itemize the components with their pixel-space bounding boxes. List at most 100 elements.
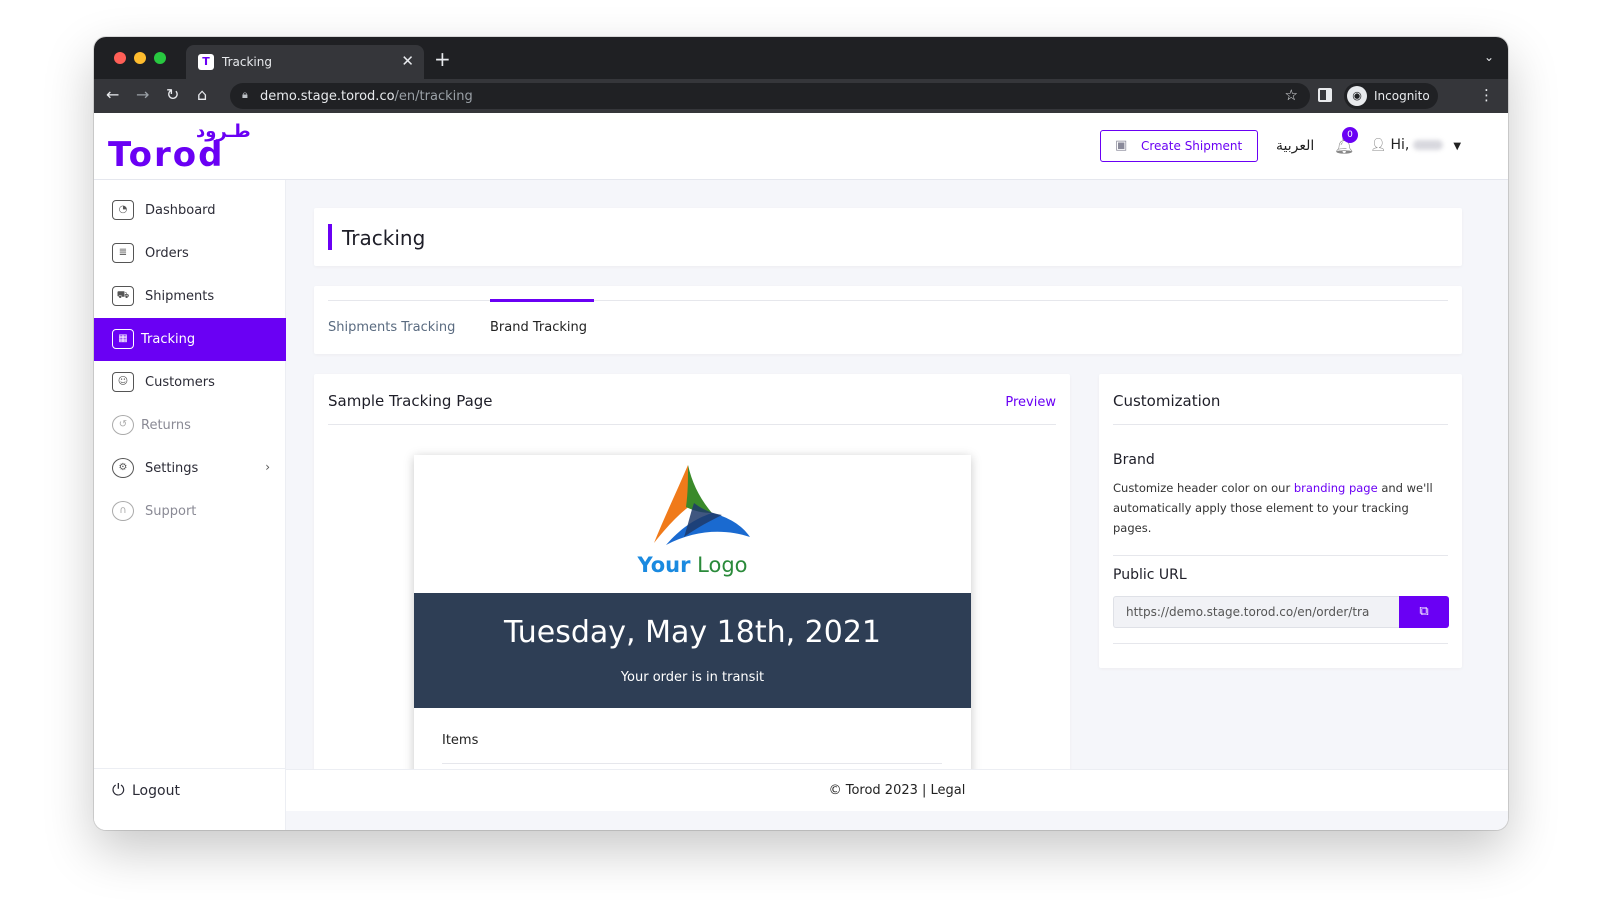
items-divider [442,763,942,764]
items-heading: Items [442,733,479,748]
tracking-tabs-card: Shipments Tracking Brand Tracking [314,286,1462,354]
preview-link[interactable]: Preview [1005,395,1056,410]
sidebar-item-label: Orders [145,246,189,261]
shipment-box-icon: ▣ [1115,138,1128,153]
create-shipment-label: Create Shipment [1141,139,1243,153]
browser-menu-icon[interactable]: ⋮ [1479,86,1494,104]
forward-arrow-icon[interactable]: → [136,85,149,104]
copy-icon: ⧉ [1419,604,1429,619]
sidebar-item-shipments[interactable]: ⛟ Shipments [94,275,286,318]
footer-text: © Torod 2023 | Legal [829,783,966,798]
dashboard-icon: ◔ [112,200,134,220]
user-greeting: Hi, [1390,137,1410,153]
customers-icon: ☺ [112,372,134,392]
torod-favicon-icon: T [198,54,214,70]
logout-button[interactable]: ⏻ Logout [94,768,286,810]
minimize-window-button[interactable] [134,52,146,64]
shipments-icon: ⛟ [112,286,134,306]
active-tab-indicator [490,299,594,302]
brand-description: Customize header color on our branding p… [1113,478,1443,538]
copy-url-button[interactable]: ⧉ [1399,596,1449,628]
sidebar: ◔ Dashboard ≣ Orders ⛟ Shipments ▦ Track… [94,180,286,830]
sidebar-item-label: Tracking [141,332,196,347]
brand-text-before: Customize header color on our [1113,481,1294,495]
reload-icon[interactable]: ↻ [166,85,179,104]
browser-tab[interactable]: T Tracking ✕ [186,45,424,79]
tab-shipments-tracking[interactable]: Shipments Tracking [328,320,455,335]
logo-logo-word: Logo [697,553,748,577]
card-divider [1113,424,1448,425]
notification-count-badge: 0 [1342,127,1358,143]
tracking-icon: ▦ [112,329,134,349]
side-panel-icon[interactable] [1318,88,1332,102]
language-switch-link[interactable]: العربية [1276,138,1314,154]
app-header: طـرود Torod ▣ Create Shipment العربية 🔔︎… [94,113,1508,180]
browser-tab-bar: T Tracking ✕ + ⌄ [94,37,1508,79]
sidebar-item-label: Customers [145,375,215,390]
app-viewport: طـرود Torod ▣ Create Shipment العربية 🔔︎… [94,113,1508,830]
tracking-date: Tuesday, May 18th, 2021 [503,615,882,650]
tracking-status-banner: Tuesday, May 18th, 2021 Your order is in… [414,593,971,708]
sample-tracking-card: Sample Tracking Page Preview Your Logo T… [314,374,1070,774]
new-tab-plus-icon[interactable]: + [434,47,451,71]
user-icon: 👤︎ [1370,138,1387,153]
customization-title: Customization [1113,392,1221,410]
sample-tracking-title: Sample Tracking Page [328,392,493,410]
brand-heading: Brand [1113,452,1155,468]
create-shipment-button[interactable]: ▣ Create Shipment [1100,130,1258,162]
sidebar-item-label: Settings [145,461,199,476]
sidebar-item-returns[interactable]: ↺ Returns [94,404,286,447]
returns-icon: ↺ [112,415,134,435]
address-bar[interactable]: 🔒︎ demo.stage.torod.co/en/tracking ☆ [230,83,1310,109]
tracking-status-text: Your order is in transit [620,670,765,685]
your-logo-graphic [654,465,750,545]
orders-icon: ≣ [112,243,134,263]
incognito-icon: ◉ [1347,86,1367,106]
logo-your-word: Your [637,553,691,577]
sidebar-item-label: Returns [141,418,191,433]
incognito-label: Incognito [1374,89,1430,103]
page-title: Tracking [342,226,426,250]
legal-link[interactable]: Legal [931,783,966,798]
tab-search-chevron-icon[interactable]: ⌄ [1484,50,1494,64]
url-text: demo.stage.torod.co/en/tracking [260,89,473,104]
sidebar-item-settings[interactable]: ⚙ Settings › [94,447,286,490]
sidebar-item-label: Shipments [145,289,215,304]
settings-icon: ⚙ [112,458,134,478]
incognito-profile-button[interactable]: ◉ Incognito [1344,83,1438,109]
tab-close-icon[interactable]: ✕ [401,52,414,70]
card-divider [1113,555,1448,556]
home-icon[interactable]: ⌂ [197,85,207,104]
tab-brand-tracking[interactable]: Brand Tracking [490,320,587,335]
sidebar-item-support[interactable]: ∩ Support [94,490,286,533]
logout-label: Logout [132,783,180,799]
sidebar-item-dashboard[interactable]: ◔ Dashboard [94,189,286,232]
tracking-page-preview: Your Logo Tuesday, May 18th, 2021 Your o… [414,455,971,774]
page-title-card: Tracking [314,208,1462,266]
caret-down-icon: ▼ [1453,141,1462,152]
sidebar-item-customers[interactable]: ☺ Customers [94,361,286,404]
page-footer: © Torod 2023 | Legal [286,769,1508,811]
maximize-window-button[interactable] [154,52,166,64]
url-host: demo.stage.torod.co [260,89,395,104]
branding-page-link[interactable]: branding page [1294,481,1378,495]
lock-icon[interactable]: 🔒︎ [242,88,248,102]
user-menu[interactable]: 👤︎ Hi, ▼ [1370,137,1461,153]
title-accent-bar [328,224,332,250]
sidebar-item-tracking[interactable]: ▦ Tracking [94,318,286,361]
chevron-right-icon: › [265,460,270,474]
bookmark-star-icon[interactable]: ☆ [1285,86,1298,104]
sidebar-item-label: Dashboard [145,203,216,218]
footer-copyright: © Torod 2023 | [828,783,927,798]
public-url-heading: Public URL [1113,567,1187,583]
browser-window: T Tracking ✕ + ⌄ ← → ↻ ⌂ 🔒︎ demo.stage.t… [94,37,1508,830]
your-logo-text: Your Logo [414,553,971,577]
user-name-blurred [1413,140,1444,150]
close-window-button[interactable] [114,52,126,64]
public-url-input[interactable] [1113,596,1399,628]
card-divider [328,424,1056,425]
back-arrow-icon[interactable]: ← [106,85,119,104]
sidebar-item-label: Support [145,504,197,519]
logo-text: Torod [108,135,225,175]
sidebar-item-orders[interactable]: ≣ Orders [94,232,286,275]
